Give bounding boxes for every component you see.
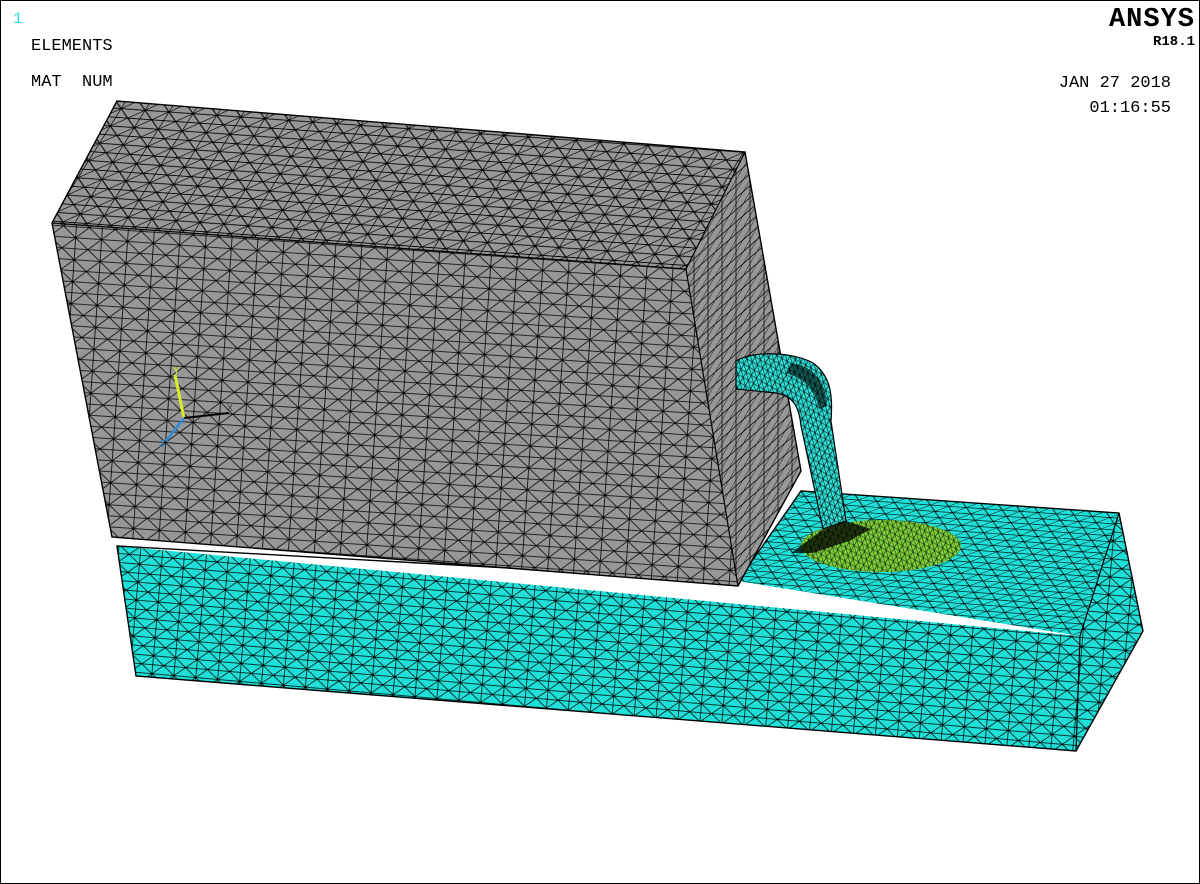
brand-name: ANSYS bbox=[1108, 5, 1195, 35]
window-number: 1 bbox=[13, 10, 23, 28]
plot-time: 01:16:55 bbox=[1089, 99, 1171, 118]
plot-date: JAN 27 2018 bbox=[1058, 74, 1171, 93]
brand-version: R18.1 bbox=[1152, 34, 1195, 50]
graphics-window[interactable]: Y X Z 1 ELEMENTS MAT NUM ANSYS R18.1 JAN… bbox=[0, 0, 1200, 884]
triad-label-y: Y bbox=[173, 366, 180, 377]
plot-type-label: ELEMENTS bbox=[31, 37, 113, 56]
triad-label-z: Z bbox=[159, 439, 165, 449]
ansys-logo: ANSYS R18.1 bbox=[1108, 5, 1195, 50]
model-viewport[interactable]: Y X Z bbox=[1, 1, 1199, 883]
triad-label-x: X bbox=[227, 403, 233, 413]
block-front-mesh bbox=[52, 223, 738, 586]
numbering-label: MAT NUM bbox=[31, 73, 113, 92]
block-part[interactable] bbox=[41, 91, 811, 601]
